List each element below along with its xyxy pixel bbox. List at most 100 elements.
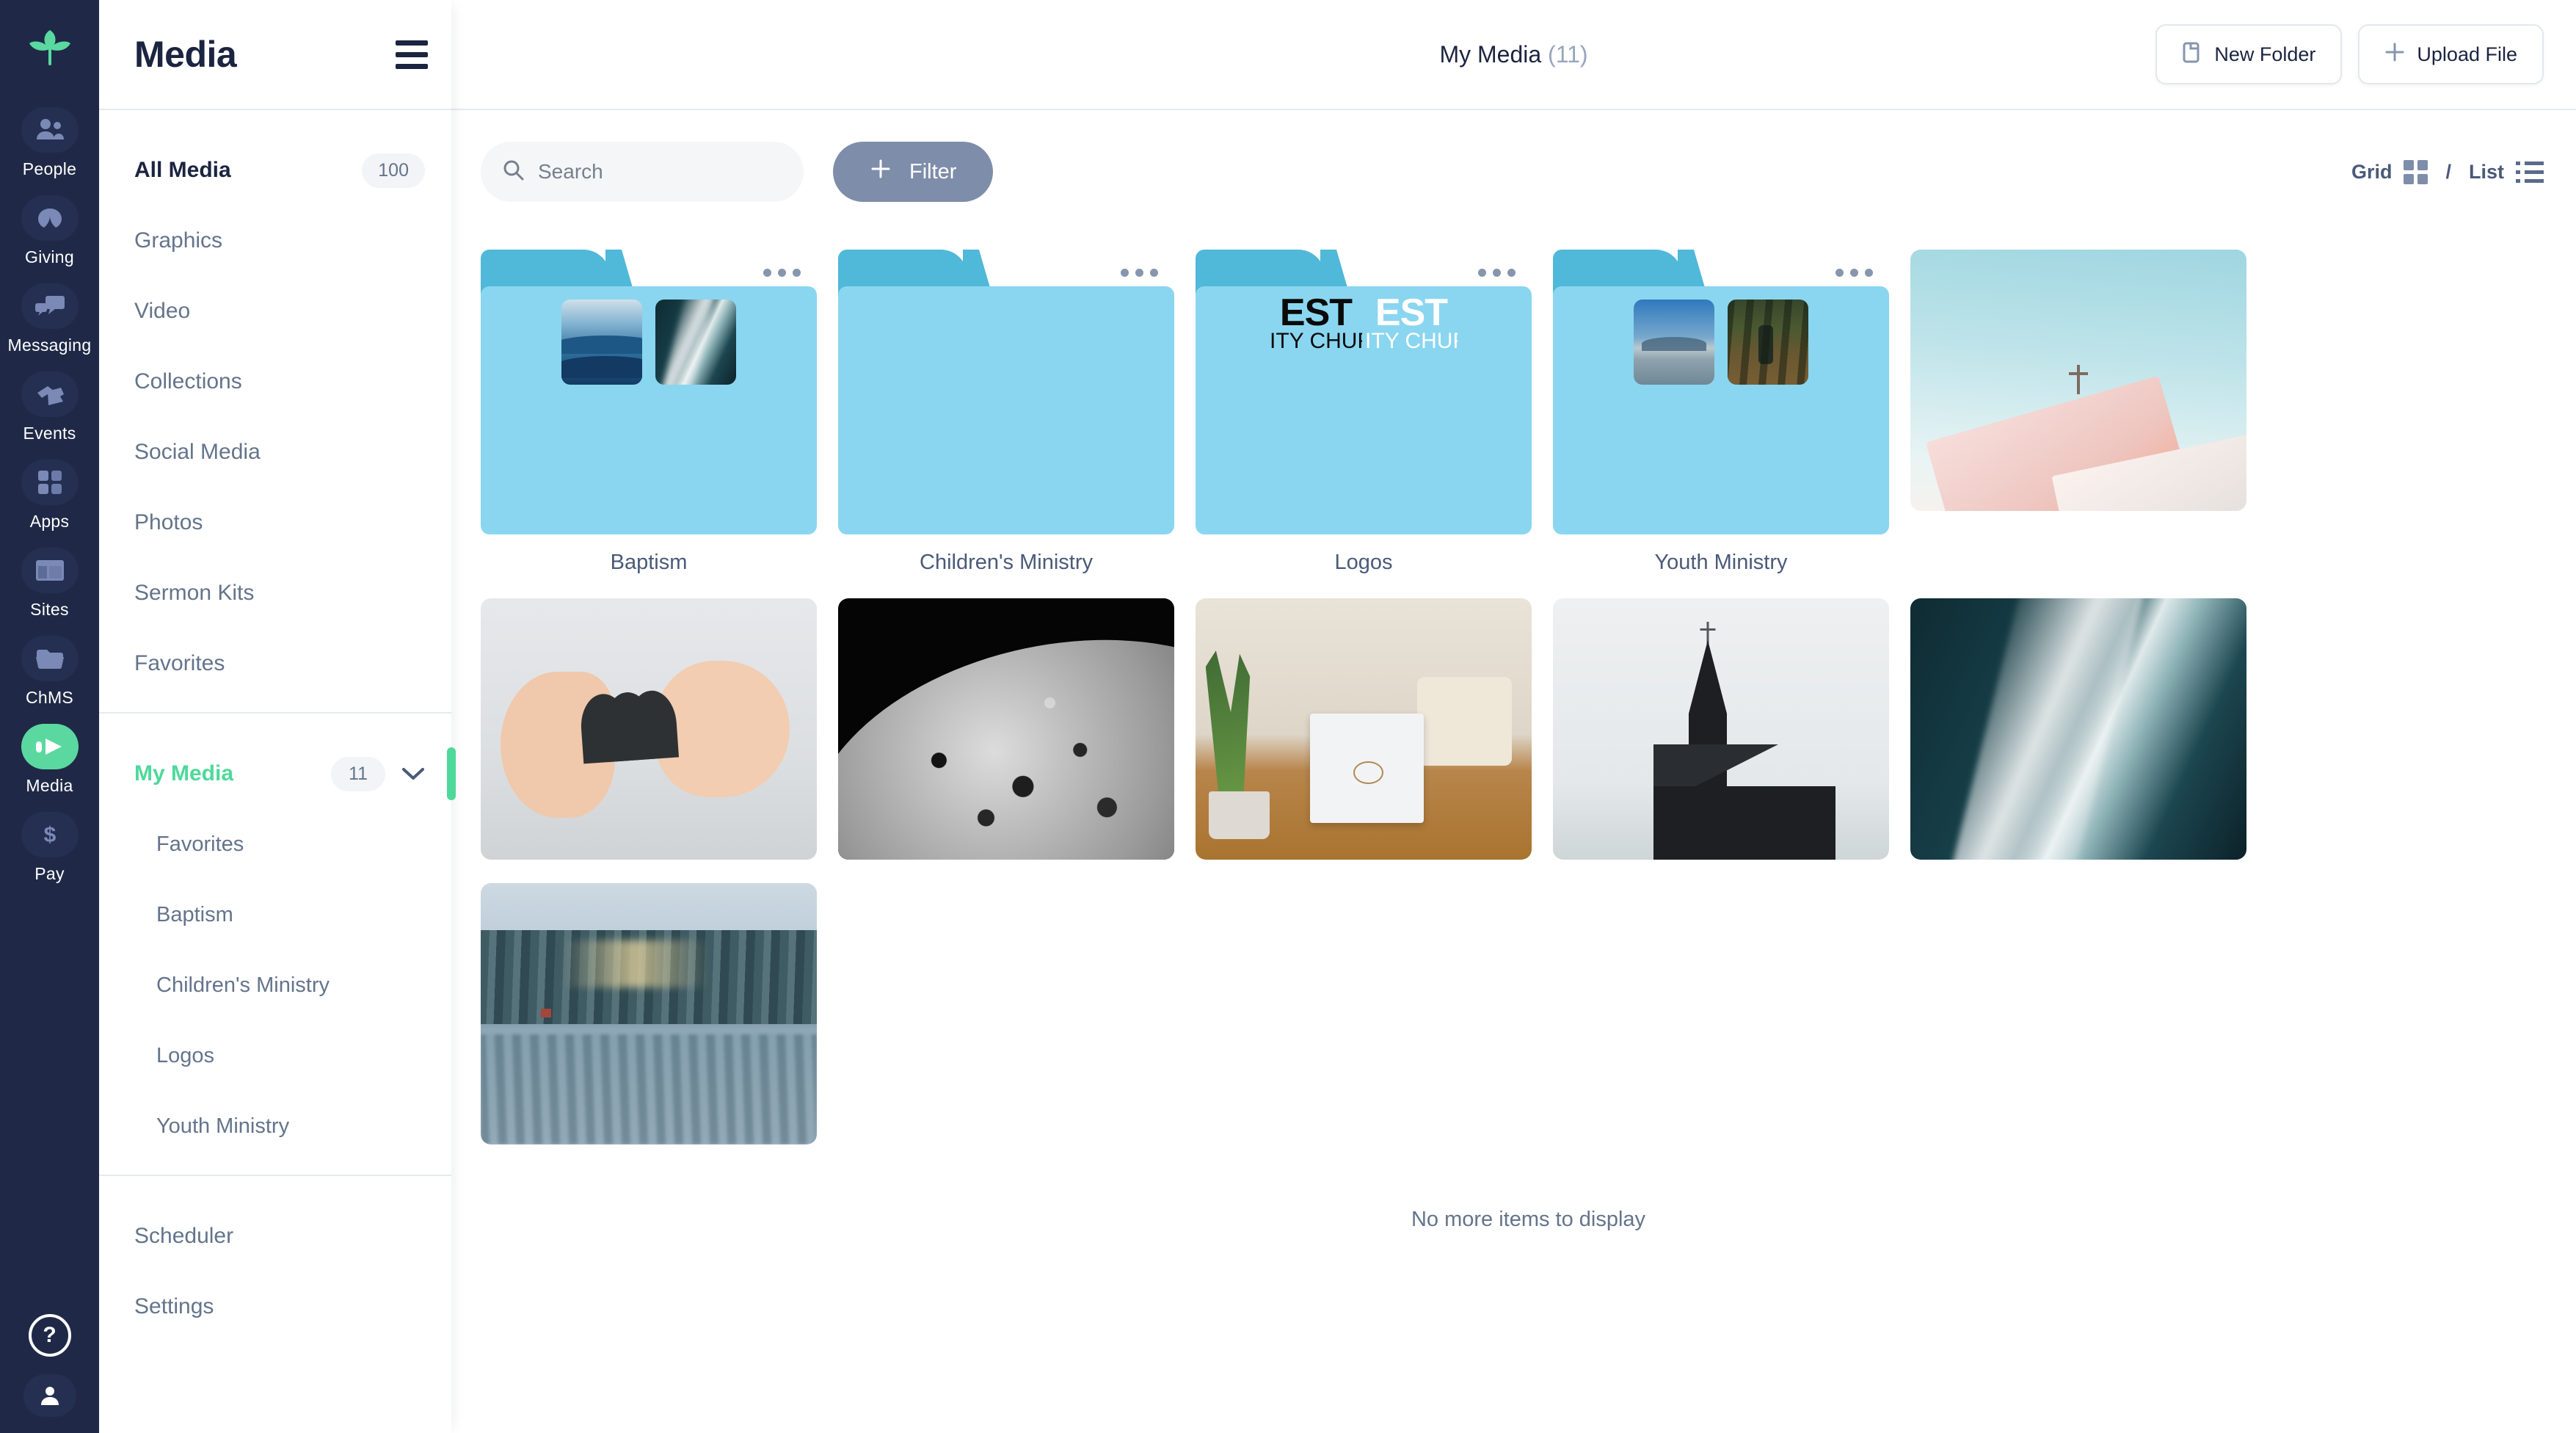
more-options-icon[interactable] — [1121, 269, 1158, 277]
sidebar-item-collections[interactable]: Collections — [99, 347, 451, 417]
filter-button[interactable]: Filter — [833, 142, 994, 202]
sidebar-item-my-baptism[interactable]: Baptism — [99, 879, 451, 950]
rail-label: Events — [23, 424, 76, 443]
end-of-list-message: No more items to display — [1411, 1208, 1646, 1231]
grid-cell — [1196, 598, 1532, 860]
chevron-down-icon[interactable] — [401, 766, 425, 781]
folder-shape — [1553, 250, 1889, 534]
filter-label: Filter — [909, 159, 957, 184]
count-badge: 100 — [362, 153, 425, 188]
grid-view-icon[interactable] — [2404, 159, 2428, 184]
folder-card-logos[interactable]: EST ITY CHUF EST ITY CHUF Logos — [1196, 250, 1532, 575]
media-item-moon-surface[interactable] — [838, 598, 1174, 860]
rail-item-sites[interactable]: Sites — [0, 548, 99, 620]
new-folder-button[interactable]: New Folder — [2155, 24, 2343, 84]
folder-body — [838, 286, 1174, 534]
list-view-icon[interactable] — [2516, 161, 2544, 183]
sidebar-item-label: Baptism — [156, 902, 233, 926]
breadcrumb-label: My Media — [1439, 40, 1542, 68]
sidebar-item-label: Video — [134, 299, 191, 323]
sidebar-item-label: Scheduler — [134, 1224, 234, 1248]
sidebar-item-my-childrens-ministry[interactable]: Children's Ministry — [99, 950, 451, 1020]
rail-label: Giving — [25, 247, 74, 266]
sidebar-item-favorites[interactable]: Favorites — [99, 628, 451, 699]
sidebar-item-my-logos[interactable]: Logos — [99, 1020, 451, 1091]
sidebar-item-my-youth-ministry[interactable]: Youth Ministry — [99, 1091, 451, 1161]
main-content: My Media (11) New Folder Upload File Sea… — [451, 0, 2576, 1433]
folder-card-childrens-ministry[interactable]: Children's Ministry — [838, 250, 1174, 575]
rail-item-chms[interactable]: ChMS — [0, 636, 99, 708]
search-input[interactable]: Search — [481, 142, 804, 202]
leaf-icon — [21, 195, 79, 241]
sidebar-item-label: Children's Ministry — [156, 973, 330, 997]
rail-item-apps[interactable]: Apps — [0, 460, 99, 532]
upload-file-label: Upload File — [2417, 43, 2517, 65]
sidebar-header: Media — [99, 0, 451, 109]
sidebar-item-my-favorites[interactable]: Favorites — [99, 809, 451, 879]
sidebar-item-label: Photos — [134, 510, 203, 534]
sidebar-my-media-group: My Media 11 Favorites Baptism Children's… — [99, 714, 456, 1175]
question-mark-icon[interactable]: ? — [28, 1314, 71, 1357]
rail-item-people[interactable]: People — [0, 107, 99, 179]
folder-shape — [481, 250, 817, 534]
more-options-icon[interactable] — [1478, 269, 1516, 277]
sidebar-item-social-media[interactable]: Social Media — [99, 417, 451, 487]
people-icon — [21, 107, 79, 153]
media-item-winter-lake[interactable] — [481, 883, 817, 1144]
sidebar-item-label: Settings — [134, 1294, 214, 1318]
grid-view-label[interactable]: Grid — [2351, 161, 2393, 184]
grid-cell: EST ITY CHUF EST ITY CHUF Logos — [1196, 250, 1532, 575]
list-view-label[interactable]: List — [2469, 161, 2504, 184]
grid-cell: Youth Ministry — [1553, 250, 1889, 575]
folder-name: Baptism — [610, 551, 688, 574]
more-options-icon[interactable] — [1835, 269, 1873, 277]
media-item-black-church[interactable] — [1553, 598, 1889, 860]
plus-icon — [2384, 42, 2405, 68]
sidebar-item-graphics[interactable]: Graphics — [99, 206, 451, 276]
sidebar-item-label: All Media — [134, 158, 231, 182]
rail-item-media[interactable]: Media — [0, 724, 99, 796]
grid-row — [481, 883, 2576, 1144]
count-badge: 11 — [331, 756, 385, 791]
sidebar-item-label: Favorites — [134, 651, 225, 675]
sidebar-item-my-media[interactable]: My Media 11 — [99, 739, 456, 809]
grid-cell — [481, 883, 817, 1144]
rail-item-events[interactable]: Events — [0, 371, 99, 443]
grid-cell: Baptism — [481, 250, 817, 575]
sidebar-item-sermon-kits[interactable]: Sermon Kits — [99, 558, 451, 628]
folder-name: Logos — [1334, 551, 1393, 574]
hamburger-menu-icon[interactable] — [396, 40, 428, 69]
thumbnail-logo-light: EST ITY CHUF — [1365, 295, 1458, 352]
media-item-ocean-foam[interactable] — [1910, 598, 2246, 860]
rail-label: Messaging — [7, 335, 92, 355]
upload-file-button[interactable]: Upload File — [2358, 24, 2544, 84]
topbar-actions: New Folder Upload File — [2155, 24, 2544, 84]
layout-icon — [21, 548, 79, 593]
more-options-icon[interactable] — [763, 269, 801, 277]
media-item-pink-church[interactable] — [1910, 250, 2246, 511]
sidebar-item-photos[interactable]: Photos — [99, 487, 451, 558]
rail-label: Apps — [29, 512, 70, 531]
sprout-logo[interactable] — [21, 16, 79, 75]
sidebar-item-video[interactable]: Video — [99, 276, 451, 347]
rail-item-messaging[interactable]: Messaging — [0, 283, 99, 355]
user-avatar-icon[interactable] — [23, 1374, 76, 1417]
folder-card-baptism[interactable]: Baptism — [481, 250, 817, 575]
media-item-desk-laptop[interactable] — [1196, 598, 1532, 860]
plus-icon — [870, 158, 892, 186]
media-item-hands-heart[interactable] — [481, 598, 817, 860]
rail-item-pay[interactable]: $ Pay — [0, 812, 99, 884]
toolbar: Search Filter Grid / List — [451, 110, 2576, 233]
sidebar-item-settings[interactable]: Settings — [99, 1271, 451, 1342]
sidebar-item-scheduler[interactable]: Scheduler — [99, 1201, 451, 1271]
sidebar-item-all-media[interactable]: All Media 100 — [99, 135, 451, 206]
sidebar-item-label: Graphics — [134, 228, 223, 253]
grid-apps-icon — [21, 460, 79, 505]
view-toggle-separator: / — [2445, 160, 2451, 183]
ticket-icon — [21, 371, 79, 417]
rail-item-giving[interactable]: Giving — [0, 195, 99, 267]
grid-cell — [1910, 598, 2246, 860]
search-placeholder: Search — [538, 160, 603, 183]
sidebar-item-label: Youth Ministry — [156, 1114, 290, 1138]
folder-card-youth-ministry[interactable]: Youth Ministry — [1553, 250, 1889, 575]
